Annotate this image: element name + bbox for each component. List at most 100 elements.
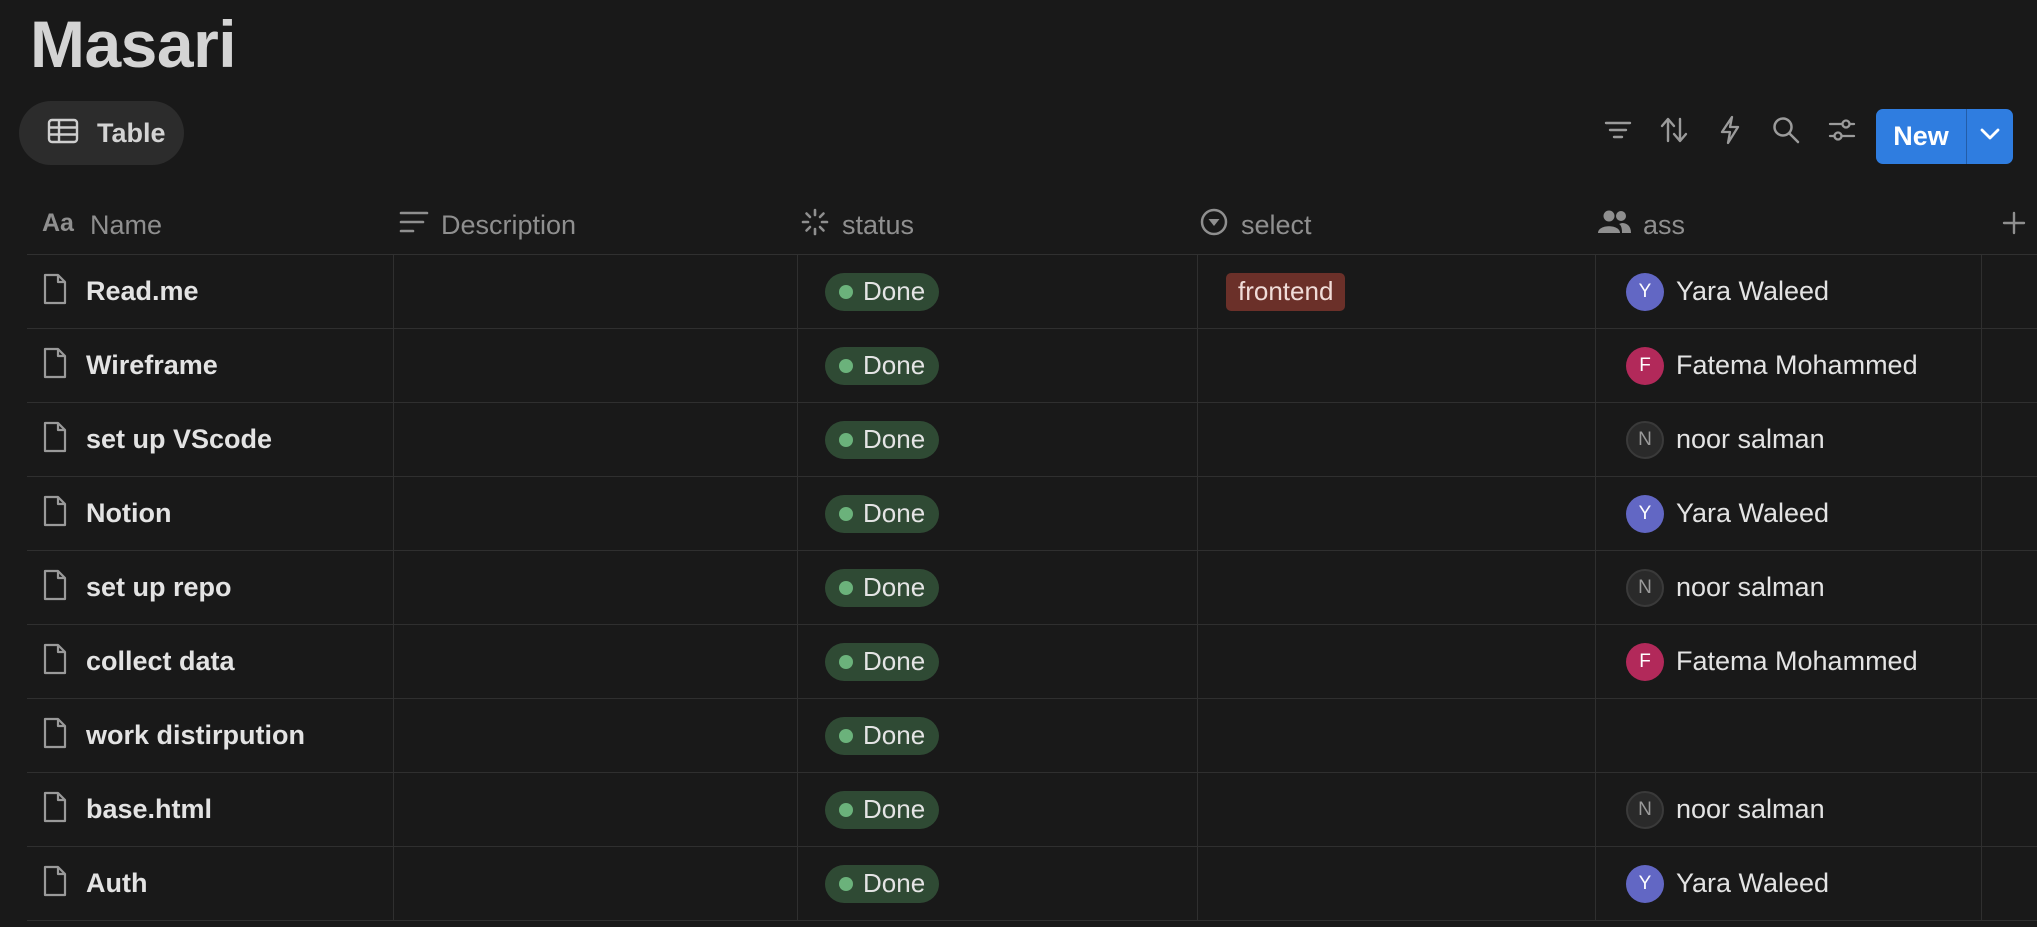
filter-button[interactable] <box>1590 112 1646 152</box>
description-cell[interactable] <box>394 847 797 920</box>
select-cell[interactable]: frontend <box>1199 255 1599 328</box>
status-cell[interactable]: Done <box>798 329 1198 402</box>
automation-button[interactable] <box>1702 112 1758 152</box>
assignee-cell[interactable] <box>1599 699 1999 772</box>
status-badge: Done <box>825 642 940 681</box>
select-cell[interactable] <box>1199 403 1599 476</box>
select-cell[interactable] <box>1199 329 1599 402</box>
status-badge: Done <box>825 420 940 459</box>
status-cell[interactable]: Done <box>798 477 1198 550</box>
table-row[interactable]: Read.me Done frontend Y Yara Waleed <box>27 255 2037 329</box>
assignee-cell[interactable]: Y Yara Waleed <box>1599 255 1999 328</box>
settings-icon <box>1827 116 1857 149</box>
status-dot-icon <box>839 654 853 669</box>
table-row[interactable]: set up VScode Done Nnoor salman <box>27 403 2037 477</box>
name-cell[interactable]: collect data <box>27 625 382 698</box>
status-cell[interactable]: Done <box>798 551 1198 624</box>
column-header-label: status <box>842 209 915 240</box>
name-cell[interactable]: Auth <box>27 847 382 920</box>
table-icon <box>47 118 79 149</box>
row-name: collect data <box>86 646 235 676</box>
table-row[interactable]: Wireframe Done F Fatema Mohammed <box>27 329 2037 403</box>
assignee-cell[interactable]: Nnoor salman <box>1599 403 1999 476</box>
status-cell[interactable]: Done <box>798 625 1198 698</box>
row-name: work distirpution <box>86 720 305 750</box>
search-button[interactable] <box>1758 112 1814 152</box>
name-cell[interactable]: Notion <box>27 477 382 550</box>
table-row[interactable]: Auth Done Y Yara Waleed <box>27 847 2037 921</box>
table-row[interactable]: set up repo Done Nnoor salman <box>27 551 2037 625</box>
table-row[interactable]: Notion Done Y Yara Waleed <box>27 477 2037 551</box>
new-dropdown-button[interactable] <box>1967 109 2013 164</box>
page-icon <box>42 643 68 680</box>
row-name: Wireframe <box>86 350 218 380</box>
column-header-description[interactable]: Description <box>399 196 789 254</box>
column-header-label: ass <box>1643 209 1686 240</box>
assignee-cell[interactable]: Y Yara Waleed <box>1599 477 1999 550</box>
description-cell[interactable] <box>394 477 797 550</box>
description-cell[interactable] <box>394 625 797 698</box>
name-cell[interactable]: set up VScode <box>27 403 382 476</box>
column-header-status[interactable]: status <box>800 196 1190 254</box>
status-cell[interactable]: Done <box>798 773 1198 846</box>
column-header-name[interactable]: Aa Name <box>42 196 382 254</box>
assignee-cell[interactable]: F Fatema Mohammed <box>1599 625 1999 698</box>
select-cell[interactable] <box>1199 773 1599 846</box>
status-dot-icon <box>839 506 853 521</box>
assignee-cell[interactable]: Nnoor salman <box>1599 773 1999 846</box>
column-header-ass[interactable]: ass <box>1597 196 1987 254</box>
table-body: Read.me Done frontend Y Yara Waleed Wireframe… <box>27 255 2037 921</box>
plus-icon <box>2002 211 2026 240</box>
table-row[interactable]: base.html Done Nnoor salman <box>27 773 2037 847</box>
new-button[interactable]: New <box>1876 109 1966 164</box>
status-dot-icon <box>839 580 853 595</box>
description-cell[interactable] <box>394 329 797 402</box>
name-cell[interactable]: work distirpution <box>27 699 382 772</box>
assignee-cell[interactable]: F Fatema Mohammed <box>1599 329 1999 402</box>
table-row[interactable]: collect data Done F Fatema Mohammed <box>27 625 2037 699</box>
status-cell[interactable]: Done <box>798 699 1198 772</box>
status-label: Done <box>863 572 926 602</box>
status-cell[interactable]: Done <box>798 255 1198 328</box>
page-icon <box>42 865 68 902</box>
assignee-cell[interactable]: Nnoor salman <box>1599 551 1999 624</box>
search-icon <box>1771 115 1801 150</box>
description-cell[interactable] <box>394 255 797 328</box>
toolbar <box>1590 112 1870 152</box>
avatar: N <box>1626 790 1664 829</box>
column-header-label: Description <box>441 209 577 240</box>
description-cell[interactable] <box>394 773 797 846</box>
table-row[interactable]: work distirpution Done <box>27 699 2037 773</box>
settings-button[interactable] <box>1814 112 1870 152</box>
name-cell[interactable]: base.html <box>27 773 382 846</box>
assignee-cell[interactable]: Y Yara Waleed <box>1599 847 1999 920</box>
select-tag: frontend <box>1226 272 1346 311</box>
select-cell[interactable] <box>1199 699 1599 772</box>
status-badge: Done <box>825 716 940 755</box>
column-header-select[interactable]: select <box>1199 196 1589 254</box>
description-cell[interactable] <box>394 551 797 624</box>
sort-button[interactable] <box>1646 112 1702 152</box>
name-cell[interactable]: Read.me <box>27 255 382 328</box>
description-cell[interactable] <box>394 403 797 476</box>
row-name: Read.me <box>86 276 199 306</box>
avatar: Y <box>1626 864 1664 903</box>
status-cell[interactable]: Done <box>798 403 1198 476</box>
assignee-name: Yara Waleed <box>1676 498 1830 528</box>
select-cell[interactable] <box>1199 551 1599 624</box>
select-cell[interactable] <box>1199 625 1599 698</box>
assignee-name: noor salman <box>1676 424 1825 454</box>
status-cell[interactable]: Done <box>798 847 1198 920</box>
assignee-name: noor salman <box>1676 794 1825 824</box>
view-tab-label: Table <box>97 117 166 148</box>
select-cell[interactable] <box>1199 847 1599 920</box>
description-cell[interactable] <box>394 699 797 772</box>
view-tab-table[interactable]: Table <box>19 101 184 165</box>
assignee-name: noor salman <box>1676 572 1825 602</box>
page-title[interactable]: Masari <box>30 6 237 82</box>
status-badge: Done <box>825 790 940 829</box>
name-cell[interactable]: Wireframe <box>27 329 382 402</box>
name-cell[interactable]: set up repo <box>27 551 382 624</box>
select-cell[interactable] <box>1199 477 1599 550</box>
add-column-button[interactable] <box>1997 208 2031 242</box>
